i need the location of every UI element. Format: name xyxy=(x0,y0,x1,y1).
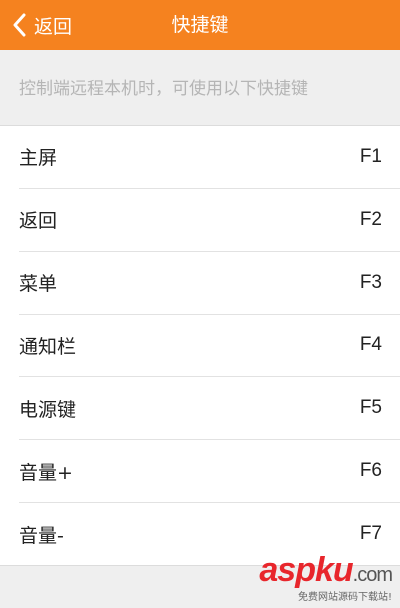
shortcut-label: 主屏 xyxy=(19,147,58,170)
shortcut-key: F5 xyxy=(359,397,382,419)
shortcut-label: 音量+ xyxy=(19,461,73,484)
shortcut-row-back[interactable]: 返回 F2 xyxy=(19,189,400,252)
shortcut-key: F2 xyxy=(359,208,382,230)
shortcut-list: 主屏 F1 返回 F2 菜单 F3 通知栏 F4 电源键 F5 音量+ F6 音… xyxy=(0,126,400,566)
shortcut-row-menu[interactable]: 菜单 F3 xyxy=(19,252,400,315)
shortcut-key: F3 xyxy=(359,271,382,293)
shortcut-key: F7 xyxy=(359,523,382,545)
watermark-brand-ku: ku xyxy=(314,551,354,589)
shortcut-label: 菜单 xyxy=(19,273,58,296)
footer-area: aspku.com 免费网站源码下载站! xyxy=(0,553,400,608)
shortcut-label: 通知栏 xyxy=(19,335,77,358)
watermark-logo: aspku.com 免费网站源码下载站! xyxy=(259,551,393,604)
watermark-brand-com: .com xyxy=(352,564,393,586)
shortcut-key: F4 xyxy=(359,334,382,356)
hint-text: 控制端远程本机时，可使用以下快捷键 xyxy=(0,50,400,126)
app-header: 返回 快捷键 xyxy=(0,0,400,50)
shortcut-row-volume-up[interactable]: 音量+ F6 xyxy=(19,440,400,504)
watermark-brand-asp: asp xyxy=(259,551,316,589)
shortcut-row-power[interactable]: 电源键 F5 xyxy=(19,377,400,441)
page-title: 快捷键 xyxy=(171,14,229,36)
shortcut-label: 音量- xyxy=(19,524,64,547)
shortcut-row-home[interactable]: 主屏 F1 xyxy=(19,126,400,189)
shortcut-label: 电源键 xyxy=(19,398,77,421)
watermark-tagline: 免费网站源码下载站! xyxy=(297,592,392,603)
shortcut-key: F1 xyxy=(359,145,382,167)
shortcut-row-notification[interactable]: 通知栏 F4 xyxy=(19,315,400,378)
shortcut-label: 返回 xyxy=(19,210,58,233)
shortcut-key: F6 xyxy=(359,460,382,482)
